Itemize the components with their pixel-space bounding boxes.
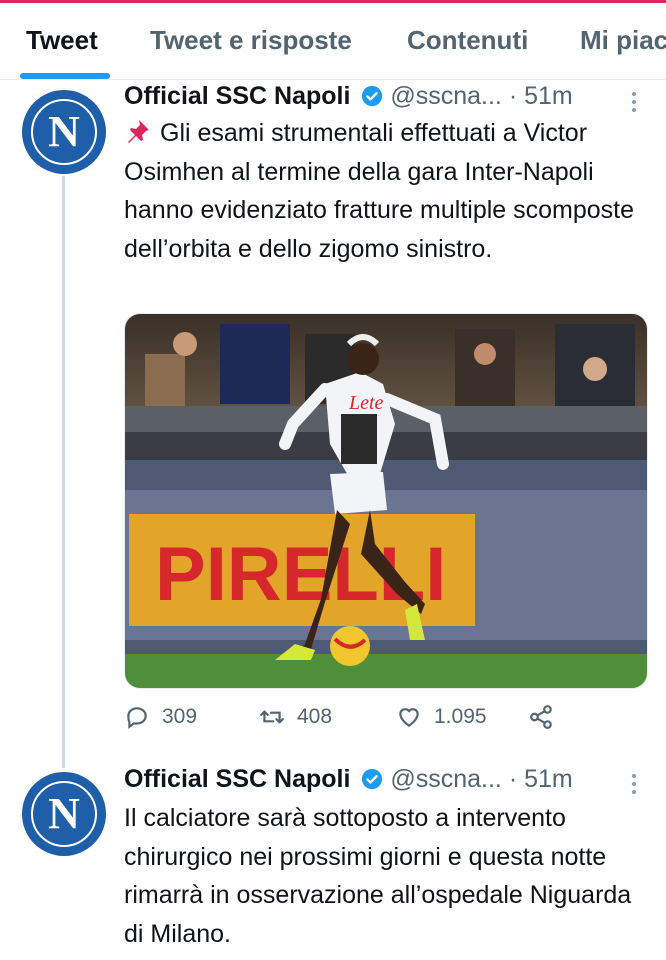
author-name[interactable]: Official SSC Napoli bbox=[124, 82, 350, 110]
tweet-time[interactable]: 51m bbox=[524, 82, 573, 110]
tweet-text: Il calciatore sarà sottoposto a interven… bbox=[124, 799, 644, 953]
profile-tabs: Tweet Tweet e risposte Contenuti Mi piac bbox=[0, 3, 666, 80]
tab-tweet-e-risposte[interactable]: Tweet e risposte bbox=[150, 25, 352, 56]
verified-badge-icon bbox=[362, 85, 383, 107]
share-button[interactable] bbox=[528, 704, 566, 730]
author-handle[interactable]: @sscna... bbox=[390, 765, 502, 793]
tweet-text: Gli esami strumentali effettuati a Victo… bbox=[124, 114, 644, 268]
active-tab-indicator bbox=[20, 73, 110, 79]
avatar[interactable]: N bbox=[22, 772, 106, 856]
retweet-icon bbox=[260, 710, 284, 724]
tab-tweet[interactable]: Tweet bbox=[26, 25, 98, 56]
reply-count: 309 bbox=[162, 705, 198, 728]
tweet-actions: 309 408 1.095 bbox=[124, 704, 644, 734]
author-name[interactable]: Official SSC Napoli bbox=[124, 765, 350, 793]
avatar-logo-letter: N bbox=[48, 789, 80, 838]
ad-board-text: PIRELLI bbox=[155, 532, 446, 617]
verified-badge-icon bbox=[362, 768, 383, 790]
shirt-sponsor-text: Lete bbox=[348, 392, 384, 414]
share-icon bbox=[530, 705, 552, 729]
tweet-header: Official SSC Napoli @sscna... · 51m bbox=[124, 765, 573, 799]
retweet-count: 408 bbox=[297, 705, 333, 728]
avatar-logo-letter: N bbox=[48, 107, 80, 156]
author-handle[interactable]: @sscna... bbox=[390, 82, 502, 110]
more-options-icon[interactable] bbox=[632, 774, 638, 798]
pushpin-icon bbox=[128, 120, 149, 143]
tweet-media-photo[interactable]: PIRELLI Lete bbox=[124, 313, 648, 689]
thread-connector-line bbox=[62, 176, 65, 768]
tweet-body: Gli esami strumentali effettuati a Victo… bbox=[124, 119, 635, 263]
tab-mi-piace[interactable]: Mi piac bbox=[580, 25, 666, 56]
heart-icon bbox=[399, 708, 419, 727]
tweet-header: Official SSC Napoli @sscna... · 51m bbox=[124, 82, 573, 116]
tweet-time[interactable]: 51m bbox=[524, 765, 573, 793]
retweet-button[interactable]: 408 bbox=[259, 704, 332, 730]
header-separator: · bbox=[508, 765, 518, 793]
tab-contenuti[interactable]: Contenuti bbox=[407, 25, 528, 56]
header-separator: · bbox=[508, 82, 518, 110]
more-options-icon[interactable] bbox=[632, 92, 638, 116]
football-photo: PIRELLI Lete bbox=[125, 314, 647, 688]
avatar[interactable]: N bbox=[22, 90, 106, 174]
like-button[interactable]: 1.095 bbox=[396, 704, 487, 730]
tweet-body: Il calciatore sarà sottoposto a interven… bbox=[124, 804, 632, 948]
reply-icon bbox=[127, 707, 147, 729]
like-count: 1.095 bbox=[434, 705, 487, 728]
reply-button[interactable]: 309 bbox=[124, 704, 197, 730]
